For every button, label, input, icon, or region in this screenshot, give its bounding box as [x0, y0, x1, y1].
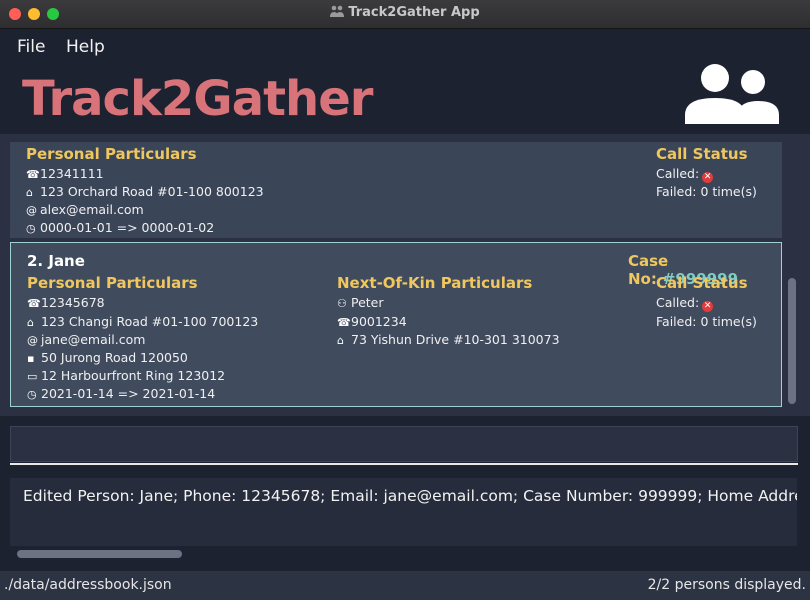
called-label: Called: [656, 295, 700, 310]
window-title-text: Track2Gather App [348, 5, 480, 20]
work-line: ▪ 50 Jurong Road 120050 [27, 350, 188, 365]
home-icon: ⌂ [337, 334, 344, 347]
data-file-path: ./data/addressbook.json [4, 577, 172, 593]
phone-value: 12345678 [41, 295, 105, 310]
home-value: 123 Orchard Road #01-100 800123 [40, 184, 264, 199]
call-status-heading: Call Status [656, 274, 748, 292]
person-card-selected[interactable]: 2. Jane Case No: #999999 Personal Particu… [10, 242, 782, 407]
home-value: 123 Changi Road #01-100 700123 [41, 314, 259, 329]
bed-icon: ▭ [27, 370, 38, 383]
command-input[interactable] [10, 426, 798, 462]
person-name: 2. Jane [27, 252, 85, 270]
email-icon: @ [27, 334, 38, 347]
result-display[interactable]: Edited Person: Jane; Phone: 12345678; Em… [10, 478, 797, 546]
email-icon: @ [26, 204, 37, 217]
called-label: Called: [656, 166, 700, 181]
nok-name: Peter [351, 295, 384, 310]
email-line: @ alex@email.com [26, 202, 144, 217]
menu-help[interactable]: Help [66, 37, 105, 57]
cross-icon: ✕ [702, 301, 714, 312]
called-line: Called: ✕ [656, 166, 714, 183]
email-value: jane@email.com [41, 332, 146, 347]
nok-phone-line: ☎9001234 [337, 314, 407, 329]
personal-particulars-heading: Personal Particulars [27, 274, 198, 292]
window-title: Track2Gather App [0, 5, 810, 20]
nok-phone: 9001234 [351, 314, 407, 329]
clock-icon: ◷ [26, 222, 36, 235]
period-line: ◷ 2021-01-14 => 2021-01-14 [27, 386, 215, 401]
persons-displayed-count: 2/2 persons displayed. [647, 577, 806, 593]
quarantine-value: 12 Harbourfront Ring 123012 [41, 368, 226, 383]
failed-count: Failed: 0 time(s) [656, 314, 757, 329]
phone-line: ☎12345678 [27, 295, 105, 310]
people-icon: ⚇ [337, 297, 347, 310]
nok-name-line: ⚇ Peter [337, 295, 384, 310]
called-line: Called: ✕ [656, 295, 714, 312]
home-line: ⌂ 123 Changi Road #01-100 700123 [27, 314, 258, 329]
result-scrollbar-thumb[interactable] [17, 550, 182, 558]
period-value: 0000-01-01 => 0000-01-02 [40, 220, 215, 235]
command-underline [10, 463, 798, 465]
cross-icon: ✕ [702, 172, 714, 183]
status-bar: ./data/addressbook.json 2/2 persons disp… [0, 571, 810, 600]
period-line: ◷ 0000-01-01 => 0000-01-02 [26, 220, 214, 235]
quarantine-line: ▭ 12 Harbourfront Ring 123012 [27, 368, 225, 383]
phone-icon: ☎ [337, 316, 351, 329]
menu-bar: File Help [0, 29, 810, 63]
people-logo-icon [685, 64, 779, 124]
home-line: ⌂ 123 Orchard Road #01-100 800123 [26, 184, 264, 199]
phone-icon: ☎ [27, 297, 41, 310]
phone-value: 12341111 [40, 166, 104, 181]
menu-file[interactable]: File [17, 37, 45, 57]
home-icon: ⌂ [26, 186, 33, 199]
app-header: Track2Gather [0, 63, 810, 133]
home-icon: ⌂ [27, 316, 34, 329]
person-list[interactable]: Personal Particulars ☎12341111 ⌂ 123 Orch… [0, 134, 810, 416]
briefcase-icon: ▪ [27, 352, 35, 365]
nok-address: 73 Yishun Drive #10-301 310073 [351, 332, 560, 347]
person-card[interactable]: Personal Particulars ☎12341111 ⌂ 123 Orch… [10, 142, 782, 238]
email-line: @ jane@email.com [27, 332, 145, 347]
people-icon [330, 5, 345, 17]
list-scrollbar-thumb[interactable] [788, 278, 796, 404]
personal-particulars-heading: Personal Particulars [26, 145, 197, 163]
title-bar: Track2Gather App [0, 0, 810, 29]
failed-count: Failed: 0 time(s) [656, 184, 757, 199]
email-value: alex@email.com [40, 202, 144, 217]
clock-icon: ◷ [27, 388, 37, 401]
app-name-title: Track2Gather [22, 71, 373, 127]
period-value: 2021-01-14 => 2021-01-14 [41, 386, 216, 401]
result-text: Edited Person: Jane; Phone: 12345678; Em… [23, 487, 797, 505]
call-status-heading: Call Status [656, 145, 748, 163]
nok-address-line: ⌂ 73 Yishun Drive #10-301 310073 [337, 332, 560, 347]
work-value: 50 Jurong Road 120050 [41, 350, 188, 365]
phone-line: ☎12341111 [26, 166, 104, 181]
phone-icon: ☎ [26, 168, 40, 181]
next-of-kin-heading: Next-Of-Kin Particulars [337, 274, 533, 292]
